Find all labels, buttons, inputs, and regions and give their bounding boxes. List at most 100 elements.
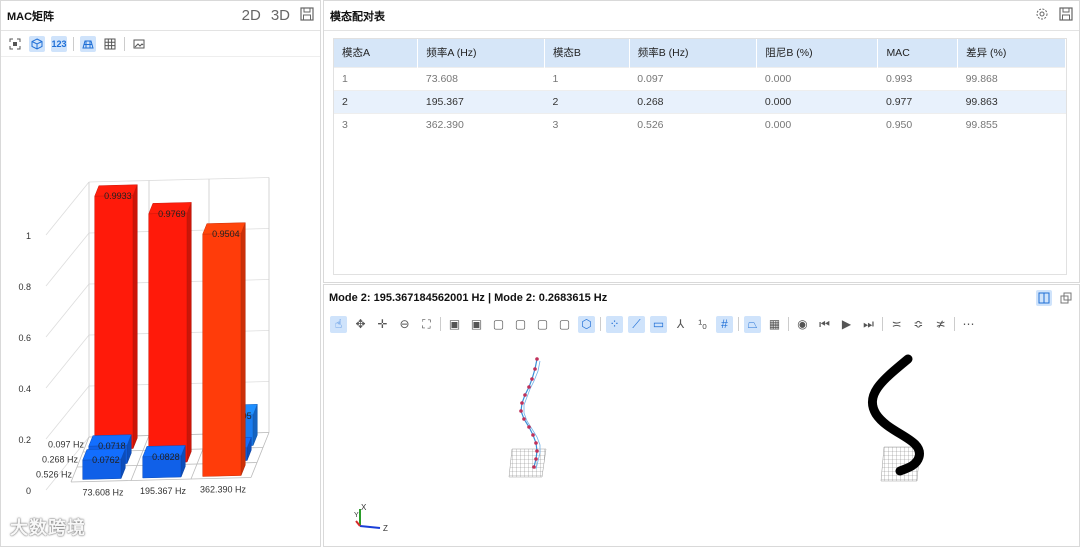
table-cell: 3: [334, 112, 418, 136]
base-grid: [508, 448, 547, 478]
z-tick-label: 0.8: [18, 282, 31, 292]
mac-bar-value-label: 0.0762: [92, 455, 120, 465]
mac-matrix-panel: MAC矩阵 2D 3D 123 00.20.40.60.810.99330.12…: [0, 0, 321, 547]
table-cell: 73.608: [417, 66, 545, 90]
deform-shape-icon[interactable]: ≍: [888, 316, 905, 333]
toolbar-divider: [954, 317, 955, 331]
watermark-logo: 大数跨境: [10, 518, 86, 538]
column-header[interactable]: 频率A (Hz): [417, 39, 545, 67]
mac-bar-value-label: 0.9504: [212, 229, 240, 239]
table-cell: 0.993: [877, 66, 958, 90]
view-left-icon[interactable]: ▢: [490, 316, 507, 333]
axis-label-z: Z: [383, 524, 388, 533]
view-front-icon[interactable]: ▣: [446, 316, 463, 333]
mac-3d-bar-chart[interactable]: 00.20.40.60.810.99330.12050.07180.97690.…: [1, 59, 322, 547]
table-cell: 0.000: [756, 89, 878, 113]
play-icon[interactable]: ▶: [838, 316, 855, 333]
z-tick-label: 0.6: [18, 333, 31, 343]
mode-shape-title: Mode 2: 195.367184562001 Hz | Mode 2: 0.…: [329, 292, 608, 304]
simulated-mode-shape: [867, 354, 924, 482]
z-tick-label: 0.4: [18, 384, 31, 394]
gridline: [45, 334, 90, 389]
table-cell: 99.855: [957, 112, 1066, 136]
y-category-label: 0.268 Hz: [42, 455, 79, 465]
view-right-icon[interactable]: ▢: [512, 316, 529, 333]
table-row-selected[interactable]: 2 195.367 2 0.268 0.000 0.977 99.863: [334, 89, 1066, 113]
column-header[interactable]: 模态B: [544, 39, 630, 67]
pan-icon[interactable]: ✛: [374, 316, 391, 333]
undeformed-shape-icon[interactable]: ≎: [910, 316, 927, 333]
table-cell: 2: [334, 89, 418, 113]
grid-icon[interactable]: ▦: [766, 316, 783, 333]
view-bottom-icon[interactable]: ▢: [556, 316, 573, 333]
table-cell: 362.390: [417, 112, 545, 136]
column-header[interactable]: MAC: [877, 39, 959, 67]
split-view-icon[interactable]: [1036, 290, 1052, 306]
show-lines-icon[interactable]: ⟋: [628, 315, 645, 333]
step-forward-icon[interactable]: ⏭: [860, 316, 877, 333]
save-icon[interactable]: [300, 7, 314, 24]
mac-bar: [148, 212, 188, 464]
y-category-label: 0.526 Hz: [36, 470, 73, 480]
view-2d-button[interactable]: 2D: [242, 8, 261, 23]
table-row[interactable]: 1 73.608 1 0.097 0.000 0.993 99.868: [334, 66, 1066, 90]
cube-icon[interactable]: [29, 35, 45, 52]
overlay-view-icon[interactable]: [1058, 290, 1074, 306]
view-iso-cube-icon[interactable]: ⬡: [578, 315, 595, 333]
axis-label-x: X: [361, 503, 367, 512]
step-back-icon[interactable]: ⏮: [816, 316, 833, 333]
column-header[interactable]: 模态A: [334, 39, 419, 67]
gridline: [45, 232, 90, 287]
rotate-icon[interactable]: ✥: [352, 316, 369, 333]
show-surface-icon[interactable]: ▭: [650, 315, 667, 333]
table-cell: 0.268: [629, 89, 757, 113]
z-tick-label: 1: [26, 231, 31, 241]
mac-bar-side: [186, 202, 192, 463]
column-header[interactable]: 差异 (%): [957, 39, 1066, 67]
table-cell: 0.097: [629, 66, 757, 90]
zoom-icon[interactable]: ⊖: [396, 316, 413, 333]
table-cell: 0.000: [756, 112, 878, 136]
show-nodes-icon[interactable]: ⁘: [606, 315, 623, 333]
surface-icon[interactable]: [80, 35, 96, 52]
toolbar-divider: [440, 317, 441, 331]
node-label-icon[interactable]: ¹ₒ: [694, 316, 711, 333]
table-cell: 0.950: [877, 112, 958, 136]
mode-shape-viewport[interactable]: X Y Z: [324, 339, 1079, 547]
table-cell: 3: [544, 112, 630, 136]
axes-icon[interactable]: ⅄: [672, 316, 689, 333]
table-header-row: 模态A 频率A (Hz) 模态B 频率B (Hz) 阻尼B (%) MAC 差异…: [334, 39, 1066, 67]
axis-label-y: Y: [354, 512, 359, 519]
surface-icon[interactable]: ⏢: [744, 315, 761, 333]
mac-bar-value-label: 0.0828: [152, 452, 180, 462]
fit-view-icon[interactable]: ⛶: [418, 316, 435, 333]
column-header[interactable]: 频率B (Hz): [629, 39, 758, 67]
image-icon[interactable]: [131, 36, 147, 52]
toolbar-divider: [788, 317, 789, 331]
save-icon[interactable]: [1059, 7, 1073, 24]
mode-shape-header: Mode 2: 195.367184562001 Hz | Mode 2: 0.…: [324, 285, 1079, 311]
table-cell: 1: [334, 66, 418, 90]
toolbar-divider: [738, 317, 739, 331]
grid-icon[interactable]: [102, 36, 118, 52]
more-options-icon[interactable]: ⋯: [960, 316, 977, 333]
record-icon[interactable]: ◉: [794, 316, 811, 333]
mac-bar-value-label: 0.9933: [104, 191, 132, 201]
table-row[interactable]: 3 362.390 3 0.526 0.000 0.950 99.855: [334, 112, 1066, 136]
z-tick-label: 0.2: [18, 435, 31, 445]
pointer-hand-icon[interactable]: ☝: [330, 315, 347, 333]
grid-hash-icon[interactable]: #: [716, 315, 733, 333]
value-label-icon[interactable]: 123: [51, 35, 67, 52]
overlay-shape-icon[interactable]: ≭: [932, 316, 949, 333]
table-cell: 0.000: [756, 66, 878, 90]
column-header[interactable]: 阻尼B (%): [756, 39, 879, 67]
toolbar-divider: [73, 36, 74, 51]
view-top-icon[interactable]: ▢: [534, 316, 551, 333]
gridline: [45, 385, 90, 440]
table-cell: 99.863: [957, 89, 1066, 113]
view-back-icon[interactable]: ▣: [468, 316, 485, 333]
settings-gear-icon[interactable]: [1035, 7, 1049, 24]
fit-view-icon[interactable]: [7, 36, 23, 52]
mac-bar: [202, 232, 242, 477]
view-3d-button[interactable]: 3D: [271, 8, 290, 23]
